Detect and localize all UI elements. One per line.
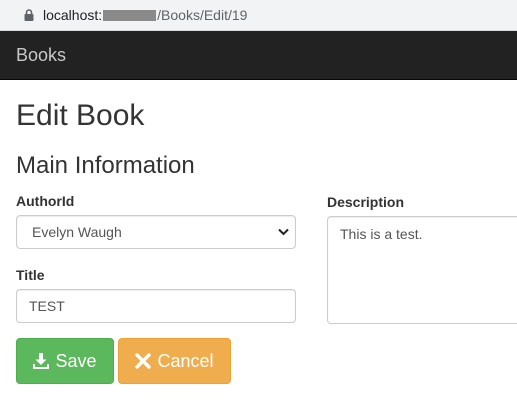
address-bar[interactable]: localhost: /Books/Edit/19 (0, 0, 517, 31)
author-label: AuthorId (16, 193, 75, 209)
redacted-port (103, 10, 157, 21)
description-label: Description (327, 194, 405, 210)
url-host: localhost: (43, 7, 103, 23)
cancel-button[interactable]: Cancel (118, 338, 231, 384)
description-textarea[interactable]: This is a test. (327, 216, 517, 324)
title-label: Title (16, 267, 45, 283)
save-button[interactable]: Save (16, 338, 114, 384)
save-button-label: Save (55, 351, 97, 371)
page-title: Edit Book (16, 99, 145, 132)
lock-icon (24, 9, 34, 21)
author-select[interactable]: Evelyn Waugh (16, 215, 296, 249)
author-selected-value: Evelyn Waugh (32, 224, 122, 240)
cancel-button-label: Cancel (157, 351, 214, 371)
navbar: Books (0, 31, 517, 80)
close-icon (135, 353, 152, 369)
title-input[interactable]: TEST (16, 289, 296, 323)
chevron-down-icon (278, 228, 289, 236)
url-path: /Books/Edit/19 (157, 7, 248, 23)
section-title: Main Information (16, 152, 195, 179)
download-icon (33, 353, 50, 369)
navbar-brand[interactable]: Books (16, 45, 66, 65)
url-text[interactable]: localhost: /Books/Edit/19 (43, 7, 247, 23)
